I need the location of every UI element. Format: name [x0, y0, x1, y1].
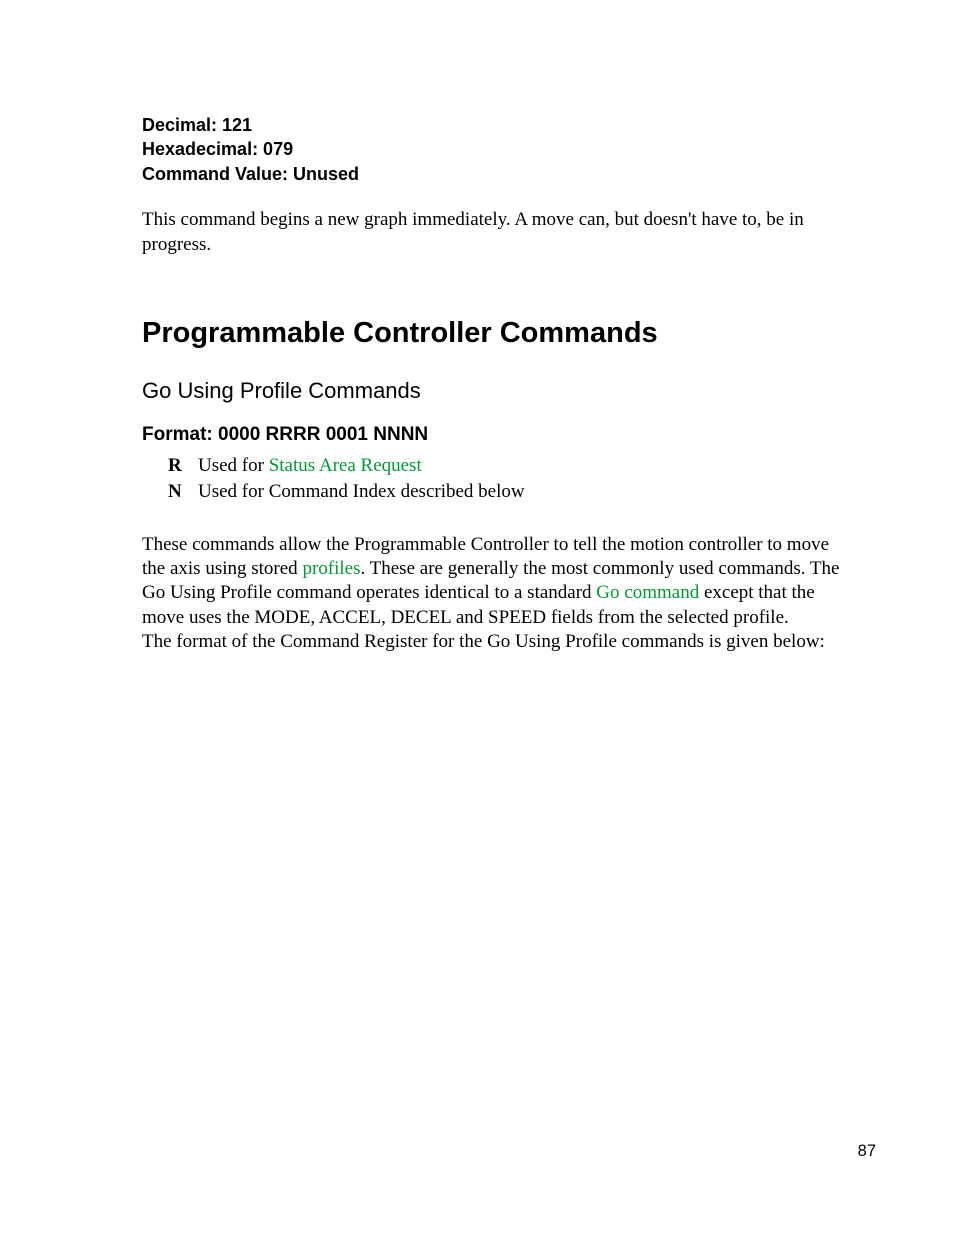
def-key-r: R: [168, 454, 198, 479]
def-row-n: N Used for Command Index described below: [168, 480, 844, 505]
def-row-r: R Used for Status Area Request: [168, 454, 844, 479]
format-sentence: The format of the Command Register for t…: [142, 630, 844, 654]
profiles-link[interactable]: profiles: [302, 558, 360, 579]
go-command-link[interactable]: Go command: [596, 582, 699, 603]
def-text-r: Used for Status Area Request: [198, 454, 422, 479]
cmdval-line: Command Value: Unused: [142, 162, 844, 186]
status-area-request-link[interactable]: Status Area Request: [269, 455, 422, 476]
page-number: 87: [858, 1142, 876, 1161]
def-key-n: N: [168, 480, 198, 505]
def-text-n: Used for Command Index described below: [198, 480, 525, 505]
decimal-line: Decimal: 121: [142, 113, 844, 137]
header-block: Decimal: 121 Hexadecimal: 079 Command Va…: [142, 113, 844, 186]
hex-line: Hexadecimal: 079: [142, 137, 844, 161]
intro-paragraph: This command begins a new graph immediat…: [142, 208, 844, 257]
format-heading: Format: 0000 RRRR 0001 NNNN: [142, 424, 844, 446]
definition-list: R Used for Status Area Request N Used fo…: [168, 454, 844, 504]
body-paragraph: These commands allow the Programmable Co…: [142, 533, 844, 655]
subsection-heading: Go Using Profile Commands: [142, 378, 844, 404]
section-heading: Programmable Controller Commands: [142, 317, 844, 350]
